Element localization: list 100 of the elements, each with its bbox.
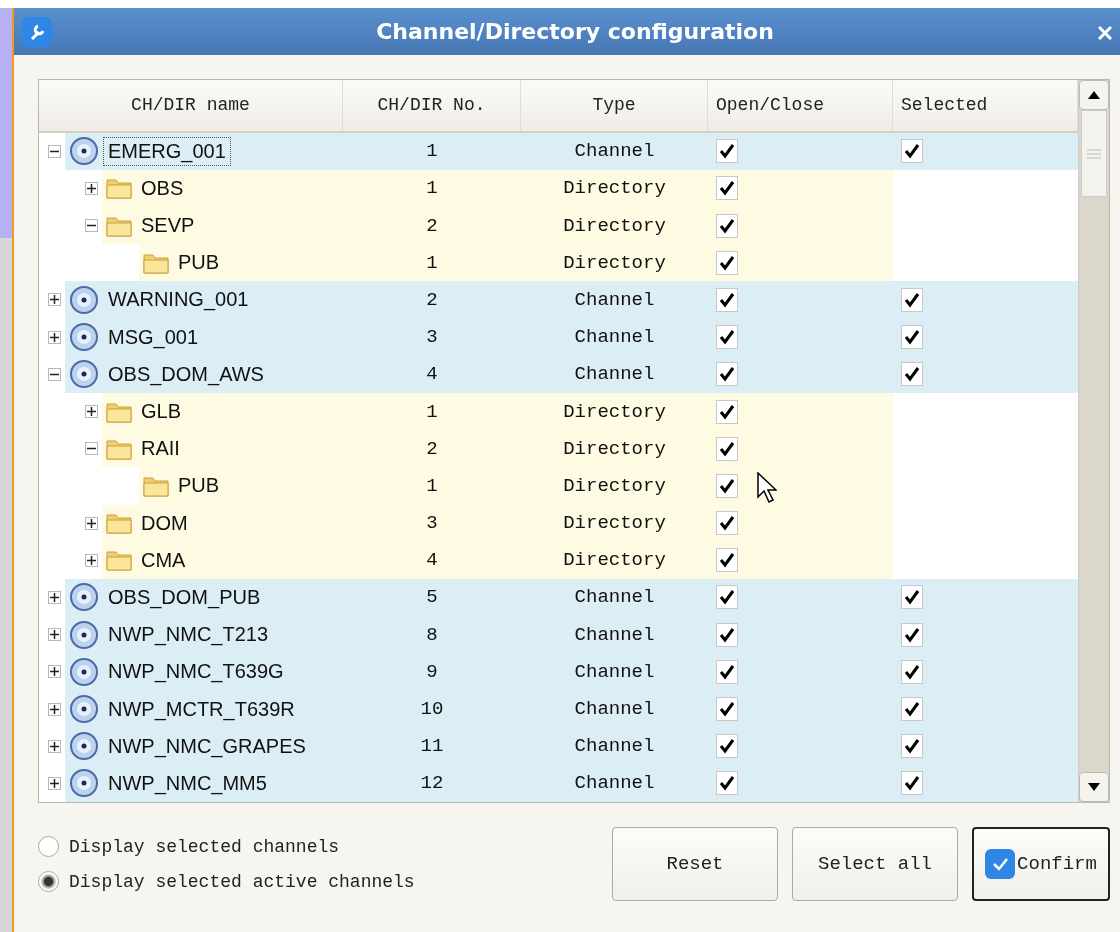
- tree-item[interactable]: CMA: [136, 545, 191, 575]
- dialog-button[interactable]: Select all: [792, 827, 958, 901]
- check-icon: [719, 440, 735, 457]
- number-cell: 4: [343, 541, 521, 579]
- selected-checkbox[interactable]: [901, 734, 923, 759]
- folder-icon: [106, 177, 132, 200]
- type-cell: Channel: [521, 653, 708, 691]
- check-icon: [719, 477, 735, 494]
- open-checkbox[interactable]: [716, 325, 738, 350]
- type-cell: Channel: [521, 690, 708, 728]
- selected-checkbox[interactable]: [901, 362, 923, 387]
- tree-item[interactable]: OBS: [136, 173, 189, 203]
- up-arrow-icon: [1088, 91, 1100, 99]
- scrollbar[interactable]: [1078, 80, 1109, 802]
- collapse-toggle[interactable]: [85, 442, 98, 456]
- selected-checkbox[interactable]: [901, 771, 923, 796]
- number-cell: 2: [343, 281, 521, 319]
- type-cell: Channel: [521, 578, 708, 617]
- expand-toggle[interactable]: [48, 776, 61, 790]
- radio-button[interactable]: [38, 836, 59, 857]
- scroll-thumb[interactable]: [1081, 110, 1107, 197]
- open-checkbox[interactable]: [716, 771, 738, 796]
- grip-icon: [1087, 148, 1101, 159]
- column-header[interactable]: CH/DIR name: [39, 80, 343, 131]
- tree-item[interactable]: RAII: [136, 434, 185, 464]
- dialog-button[interactable]: Reset: [612, 827, 778, 901]
- open-checkbox[interactable]: [716, 585, 738, 610]
- check-icon: [719, 180, 735, 197]
- dialog-button[interactable]: Confirm: [972, 827, 1110, 901]
- open-checkbox[interactable]: [716, 399, 738, 424]
- expand-toggle[interactable]: [85, 181, 98, 195]
- tree-item[interactable]: DOM: [136, 508, 193, 538]
- plus-icon: [50, 592, 59, 602]
- selected-checkbox[interactable]: [901, 585, 923, 610]
- type-cell: Directory: [521, 467, 708, 505]
- expand-toggle[interactable]: [48, 702, 61, 716]
- selected-checkbox[interactable]: [901, 325, 923, 350]
- open-checkbox[interactable]: [716, 659, 738, 684]
- collapse-toggle[interactable]: [48, 144, 61, 158]
- type-cell: Directory: [521, 541, 708, 579]
- check-icon: [985, 849, 1016, 879]
- column-header[interactable]: Type: [521, 80, 708, 131]
- check-icon: [719, 738, 735, 755]
- open-checkbox[interactable]: [716, 176, 738, 201]
- open-checkbox[interactable]: [716, 734, 738, 759]
- check-icon: [719, 254, 735, 271]
- number-cell: 1: [343, 132, 521, 170]
- type-cell: Channel: [521, 318, 708, 356]
- open-checkbox[interactable]: [716, 287, 738, 312]
- expand-toggle[interactable]: [48, 628, 61, 642]
- collapse-toggle[interactable]: [85, 219, 98, 233]
- scroll-up-button[interactable]: [1079, 80, 1109, 110]
- selected-checkbox[interactable]: [901, 287, 923, 312]
- scroll-down-button[interactable]: [1079, 772, 1109, 802]
- check-icon: [719, 701, 735, 718]
- tree-item[interactable]: GLB: [136, 397, 187, 427]
- disc-icon: [69, 694, 99, 725]
- option-label: Display selected active channels: [69, 871, 415, 892]
- open-checkbox[interactable]: [716, 622, 738, 647]
- mouse-pointer-icon: [757, 472, 777, 504]
- open-checkbox[interactable]: [716, 213, 738, 238]
- open-checkbox[interactable]: [716, 139, 738, 164]
- expand-toggle[interactable]: [48, 665, 61, 679]
- selected-checkbox[interactable]: [901, 697, 923, 722]
- open-checkbox[interactable]: [716, 436, 738, 461]
- disc-icon: [69, 619, 99, 650]
- open-checkbox[interactable]: [716, 250, 738, 275]
- check-icon: [904, 663, 920, 680]
- expand-toggle[interactable]: [85, 405, 98, 419]
- expand-toggle[interactable]: [48, 739, 61, 753]
- open-checkbox[interactable]: [716, 697, 738, 722]
- plus-icon: [87, 407, 96, 417]
- expand-toggle[interactable]: [85, 553, 98, 567]
- tree-item[interactable]: EMERG_001: [103, 136, 231, 166]
- radio-button[interactable]: [38, 871, 59, 892]
- type-cell: Channel: [521, 727, 708, 765]
- folder-icon: [106, 549, 132, 572]
- open-checkbox[interactable]: [716, 548, 738, 573]
- expand-toggle[interactable]: [85, 516, 98, 530]
- column-header[interactable]: Open/Close: [708, 80, 893, 131]
- disc-icon: [69, 582, 99, 613]
- column-header[interactable]: CH/DIR No.: [343, 80, 521, 131]
- open-checkbox[interactable]: [716, 473, 738, 498]
- expand-toggle[interactable]: [48, 293, 61, 307]
- selected-checkbox[interactable]: [901, 659, 923, 684]
- display-option[interactable]: Display selected channels: [38, 836, 612, 857]
- disc-icon: [69, 731, 99, 762]
- open-checkbox[interactable]: [716, 362, 738, 387]
- type-cell: Channel: [521, 132, 708, 170]
- wrench-icon: [22, 16, 52, 47]
- plus-icon: [87, 183, 96, 193]
- display-option[interactable]: Display selected active channels: [38, 871, 612, 892]
- selected-checkbox[interactable]: [901, 139, 923, 164]
- selected-checkbox[interactable]: [901, 622, 923, 647]
- collapse-toggle[interactable]: [48, 367, 61, 381]
- open-checkbox[interactable]: [716, 511, 738, 536]
- expand-toggle[interactable]: [48, 330, 61, 344]
- disc-icon: [69, 656, 99, 687]
- disc-icon: [69, 284, 99, 315]
- expand-toggle[interactable]: [48, 590, 61, 604]
